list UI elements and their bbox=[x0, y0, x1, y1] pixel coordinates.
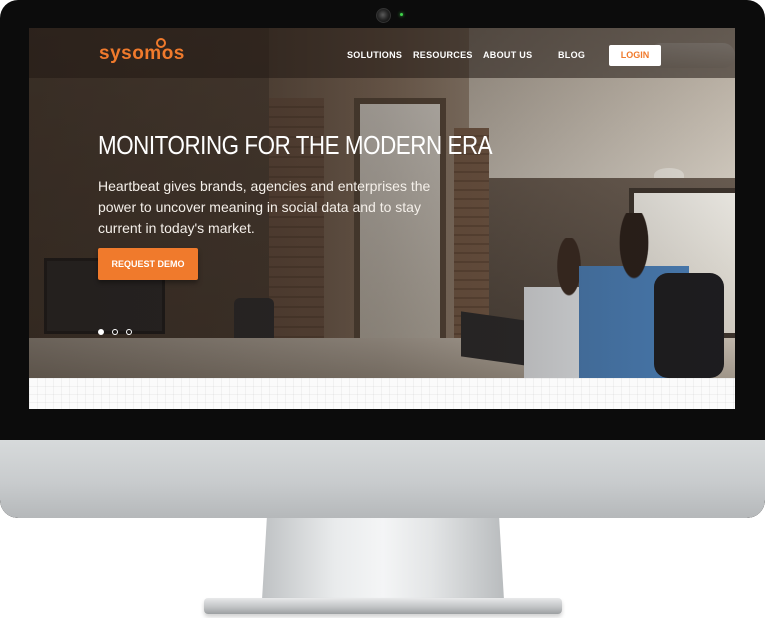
imac-monitor: sysomos SOLUTIONS RESOURCES ABOUT US BLO… bbox=[0, 0, 765, 518]
camera-led-icon bbox=[400, 13, 403, 16]
nav-item-solutions[interactable]: SOLUTIONS bbox=[347, 50, 402, 60]
hero-banner: sysomos SOLUTIONS RESOURCES ABOUT US BLO… bbox=[29, 28, 735, 378]
browser-screen: sysomos SOLUTIONS RESOURCES ABOUT US BLO… bbox=[29, 28, 735, 409]
slider-dot-3[interactable] bbox=[126, 329, 132, 335]
monitor-stand-base bbox=[204, 598, 562, 614]
sysomos-logo[interactable]: sysomos bbox=[99, 43, 185, 65]
top-navbar: sysomos SOLUTIONS RESOURCES ABOUT US BLO… bbox=[29, 28, 735, 78]
logo-bubble-icon bbox=[156, 38, 166, 48]
monitor-chin bbox=[0, 440, 765, 518]
nav-item-about-us[interactable]: ABOUT US bbox=[483, 50, 532, 60]
login-button[interactable]: LOGIN bbox=[609, 45, 661, 66]
nav-item-blog[interactable]: BLOG bbox=[558, 50, 585, 60]
content-strip bbox=[29, 378, 735, 409]
hero-subtitle: Heartbeat gives brands, agencies and ent… bbox=[98, 178, 431, 236]
slider-dot-2[interactable] bbox=[112, 329, 118, 335]
hero-title: MONITORING FOR THE MODERN ERA bbox=[98, 130, 493, 160]
monitor-stand-neck bbox=[262, 518, 504, 600]
nav-item-resources[interactable]: RESOURCES bbox=[413, 50, 473, 60]
webcam-icon bbox=[376, 8, 391, 23]
request-demo-button[interactable]: REQUEST DEMO bbox=[98, 248, 198, 280]
slider-dot-1[interactable] bbox=[98, 329, 104, 335]
